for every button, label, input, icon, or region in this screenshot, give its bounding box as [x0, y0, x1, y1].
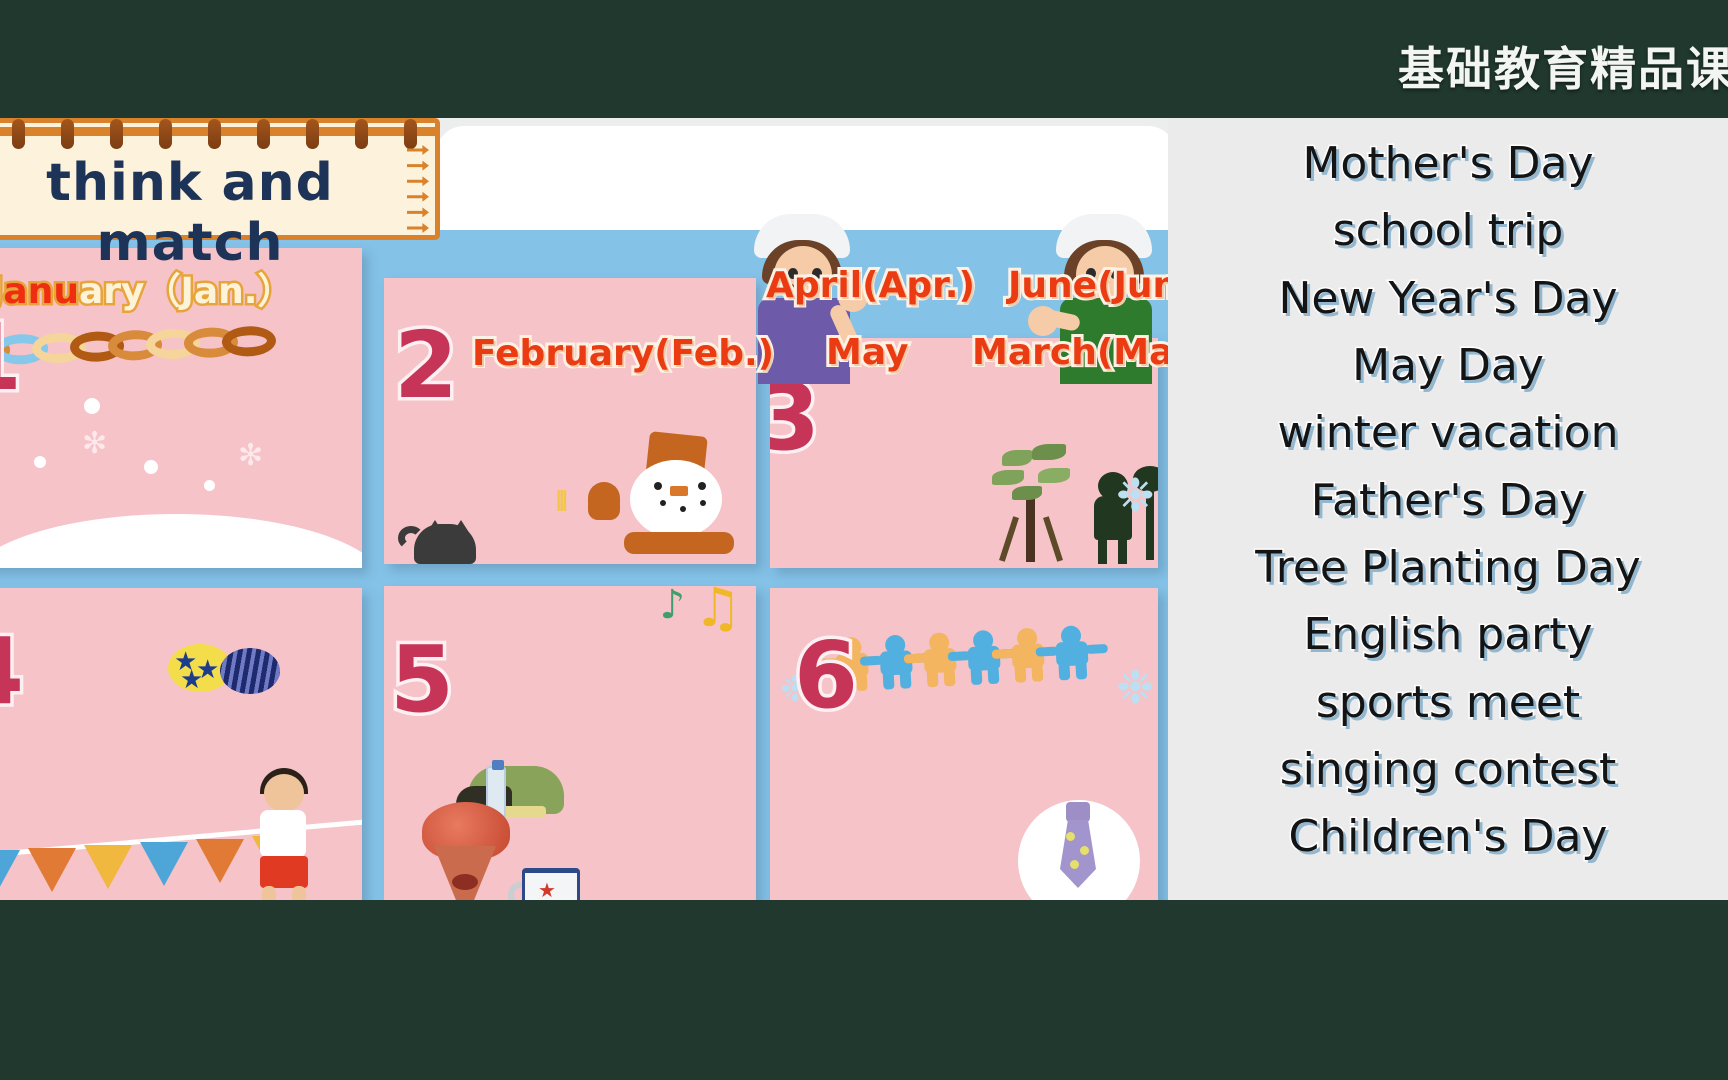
snow-flower-icon: ❉	[1116, 661, 1155, 713]
word-list-panel: Mother's Day school trip New Year's Day …	[1168, 118, 1728, 900]
cat-icon	[398, 508, 482, 564]
picture-cell-2[interactable]: 2 ⦀	[384, 278, 756, 564]
cell-number-6: 6	[790, 622, 861, 729]
snow-flower-icon: ❉	[1116, 469, 1155, 521]
word-list-item[interactable]: winter vacation	[1276, 399, 1620, 466]
necktie-icon	[1058, 802, 1098, 888]
music-note-icon: ♫ ♪	[659, 586, 742, 639]
word-list-item[interactable]: Mother's Day	[1301, 130, 1595, 197]
paper-doll-chain-decoration	[815, 613, 1157, 700]
sparkle-icon: ⦀	[556, 486, 568, 516]
word-list-item[interactable]: New Year's Day	[1277, 265, 1619, 332]
snowflake-icon: ✻	[82, 427, 108, 460]
watermark-text: 基础教育精品课	[1398, 42, 1728, 96]
cell-number-5: 5	[386, 626, 457, 733]
snowflake-icon: ✻	[238, 439, 264, 472]
word-list-item[interactable]: English party	[1302, 601, 1594, 668]
picture-cell-1[interactable]: January（Jan.） ✻ ✻ 1	[0, 248, 362, 568]
snow-dot-icon	[204, 480, 215, 491]
tree-icon	[984, 442, 1080, 562]
snow-dot-icon	[144, 460, 158, 474]
sport-balls-icon: ★ ★ ★	[168, 640, 298, 694]
paper-chain-decoration	[0, 317, 362, 371]
word-list-item[interactable]: school trip	[1331, 197, 1565, 264]
month-label-february: February(Feb.)	[469, 330, 777, 377]
word-list-item[interactable]: May Day	[1351, 332, 1546, 399]
cell-number-2: 2	[390, 312, 461, 419]
month-label-april: April(Apr.)	[763, 262, 978, 309]
cell-number-1: 1	[0, 308, 26, 407]
spiral-rings	[0, 119, 435, 149]
month-label-may: May	[823, 329, 912, 376]
picture-cell-6[interactable]: 6	[770, 588, 1158, 900]
slide-canvas: January（Jan.） ✻ ✻ 1 2 ⦀	[0, 118, 1728, 900]
word-list-item[interactable]: Tree Planting Day	[1254, 534, 1642, 601]
cell-number-4: 4	[0, 622, 28, 721]
picture-grid: January（Jan.） ✻ ✻ 1 2 ⦀	[0, 230, 1168, 900]
snow-bank-decoration	[0, 514, 362, 568]
picture-cell-5[interactable]: 5 ♫ ♪ ★	[384, 586, 756, 900]
word-list-item[interactable]: singing contest	[1278, 736, 1617, 803]
picture-cell-4[interactable]: 4 ★★★	[0, 588, 362, 900]
bouquet-icon	[412, 802, 522, 900]
page-title: think and match	[46, 153, 334, 273]
enamel-mug-icon: ★	[508, 864, 586, 900]
word-list-item[interactable]: sports meet	[1314, 669, 1581, 736]
snowman-icon	[588, 431, 752, 564]
snow-dot-icon	[84, 398, 100, 414]
arrow-decorations-icon	[407, 145, 429, 233]
word-list-item[interactable]: Father's Day	[1309, 467, 1586, 534]
snow-dot-icon	[34, 456, 46, 468]
running-boy-icon	[238, 768, 334, 900]
word-list-item[interactable]: Children's Day	[1287, 803, 1609, 870]
notebook-header: think and match	[0, 118, 440, 273]
